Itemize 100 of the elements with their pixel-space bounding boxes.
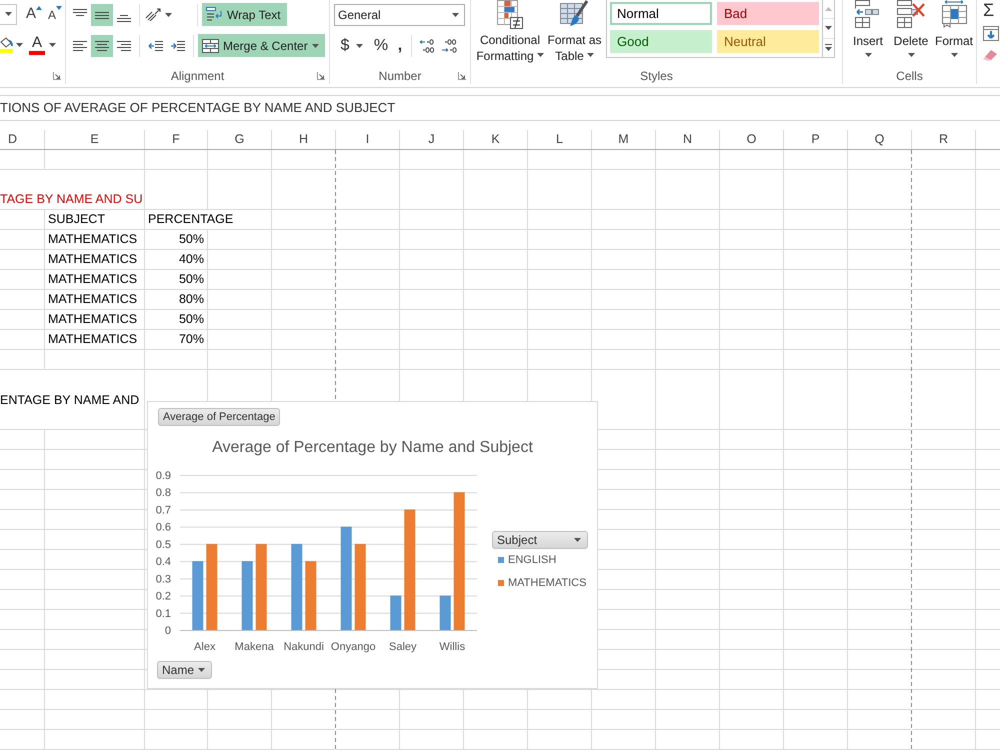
eraser-icon <box>983 50 998 60</box>
merge-cells-icon <box>202 38 219 52</box>
table-cell-text: 50% <box>178 271 205 288</box>
column-header[interactable]: R <box>912 130 976 149</box>
chart-bar <box>192 561 204 630</box>
chart-bar <box>390 596 402 630</box>
column-header[interactable]: I <box>336 130 400 149</box>
table-cell-text: 40% <box>178 251 205 268</box>
chart-bar <box>440 596 451 630</box>
table-cell-text: 50% <box>178 311 205 328</box>
y-tick-label: 0.7 <box>156 504 171 516</box>
column-header[interactable]: M <box>592 130 656 149</box>
column-header[interactable]: K <box>464 130 528 149</box>
group-label: Styles <box>640 69 673 83</box>
column-header[interactable]: G <box>208 130 272 149</box>
column-header[interactable]: D <box>0 130 45 149</box>
vertical-align-button[interactable] <box>91 4 113 26</box>
autosum-button[interactable]: Σ <box>983 0 994 20</box>
shrink-font-button[interactable]: A <box>45 3 65 25</box>
cell-style-option[interactable]: Good <box>610 30 712 53</box>
column-header[interactable]: H <box>272 130 336 149</box>
table-cell-text: MATHEMATICS <box>47 251 138 268</box>
cell-style-option[interactable]: Normal <box>610 2 712 25</box>
caret-icon <box>356 44 362 48</box>
group-label: Number <box>378 69 422 83</box>
y-tick-label: 0.5 <box>156 538 171 551</box>
column-heading: SUBJECT <box>47 211 106 228</box>
conditional-formatting-button[interactable]: Conditional Formatting <box>476 0 544 66</box>
column-header[interactable]: O <box>720 130 784 149</box>
caret-icon <box>574 538 581 542</box>
caret-icon <box>452 13 459 17</box>
font-color-button[interactable]: A <box>28 35 46 55</box>
x-axis-label: Saley <box>388 641 417 653</box>
caret-icon <box>864 52 872 56</box>
column-header[interactable]: E <box>45 130 145 149</box>
orientation-icon <box>145 8 161 21</box>
column-header[interactable]: N <box>656 130 720 149</box>
column-header[interactable]: Q <box>848 130 912 149</box>
table-cell-text: MATHEMATICS <box>47 271 138 288</box>
caret-icon <box>312 44 319 48</box>
x-axis-label: Makena <box>234 641 274 653</box>
table-cell-text: MATHEMATICS <box>47 231 138 248</box>
color-bar-icon <box>29 51 45 55</box>
caret-icon <box>198 668 205 672</box>
column-header[interactable]: J <box>400 130 464 149</box>
merge-and-center-button[interactable]: Merge & Center <box>198 34 325 57</box>
chart-title: Average of Percentage by Name and Subject <box>211 438 534 458</box>
currency-button[interactable]: $ <box>337 35 353 57</box>
dialog-launcher-icon[interactable] <box>458 72 466 80</box>
dialog-launcher-icon[interactable] <box>317 72 325 80</box>
column-header[interactable]: F <box>145 130 208 149</box>
legend-field-button[interactable]: Subject <box>492 531 588 549</box>
align-lines-icon <box>73 8 87 16</box>
percent-button[interactable]: % <box>369 35 393 57</box>
table-cell-text: 50% <box>178 231 205 248</box>
value-field-button[interactable]: Average of Percentage <box>158 408 280 426</box>
decrease-indent-icon <box>148 40 164 52</box>
wrap-text-button[interactable]: Wrap Text <box>202 3 287 26</box>
more-icon <box>825 44 832 52</box>
axis-field-button[interactable]: Name <box>157 661 212 679</box>
cell-style-option[interactable]: Neutral <box>717 30 819 53</box>
formula-bar[interactable]: TIONS OF AVERAGE OF PERCENTAGE BY NAME AND SUBJECT <box>0 95 1000 121</box>
cells-button[interactable]: Format <box>934 0 974 66</box>
decrease-decimal-icon <box>441 39 457 53</box>
caret-icon <box>16 43 22 47</box>
caret-icon <box>536 53 544 57</box>
font-size-dropdown[interactable] <box>0 4 17 24</box>
horizontal-align-button[interactable] <box>91 34 113 56</box>
dialog-launcher-icon[interactable] <box>53 72 61 80</box>
number-format-dropdown[interactable]: General <box>334 4 465 26</box>
fill-button[interactable] <box>983 24 999 42</box>
format-as-table-button[interactable]: Format as Table <box>546 0 603 66</box>
y-tick-label: 0.2 <box>156 590 171 603</box>
grow-font-button[interactable]: A <box>24 3 44 25</box>
x-axis-label: Onyango <box>330 641 376 653</box>
triangle-up-icon <box>36 6 42 10</box>
y-tick-label: 0.3 <box>156 573 171 586</box>
table-cell-text: MATHEMATICS <box>47 311 138 328</box>
caret-icon <box>4 12 12 16</box>
align-lines-icon <box>117 14 131 22</box>
y-tick-label: 0.6 <box>156 522 171 534</box>
y-tick-label: 0.9 <box>156 470 171 482</box>
chart-bar <box>242 561 253 630</box>
cells-button[interactable]: Insert <box>848 0 888 66</box>
table-cell-text: MATHEMATICS <box>47 331 138 348</box>
column-header[interactable]: P <box>784 130 848 149</box>
align-lines-icon <box>117 40 131 50</box>
column-header[interactable]: L <box>528 130 592 149</box>
triangle-down-icon <box>825 26 832 30</box>
caret-icon <box>950 52 958 56</box>
column-heading: PERCENTAGE <box>147 211 234 228</box>
cells-button[interactable]: Delete <box>891 0 931 66</box>
fill-color-button[interactable] <box>0 35 13 55</box>
caret-icon <box>48 43 56 47</box>
cell-style-option[interactable]: Bad <box>717 2 819 25</box>
align-lines-icon <box>73 40 87 50</box>
group-label: Alignment <box>170 69 224 83</box>
align-lines-icon <box>95 40 109 50</box>
table-cell-text: MATHEMATICS <box>47 291 138 308</box>
comma-style-button[interactable]: , <box>393 35 407 57</box>
